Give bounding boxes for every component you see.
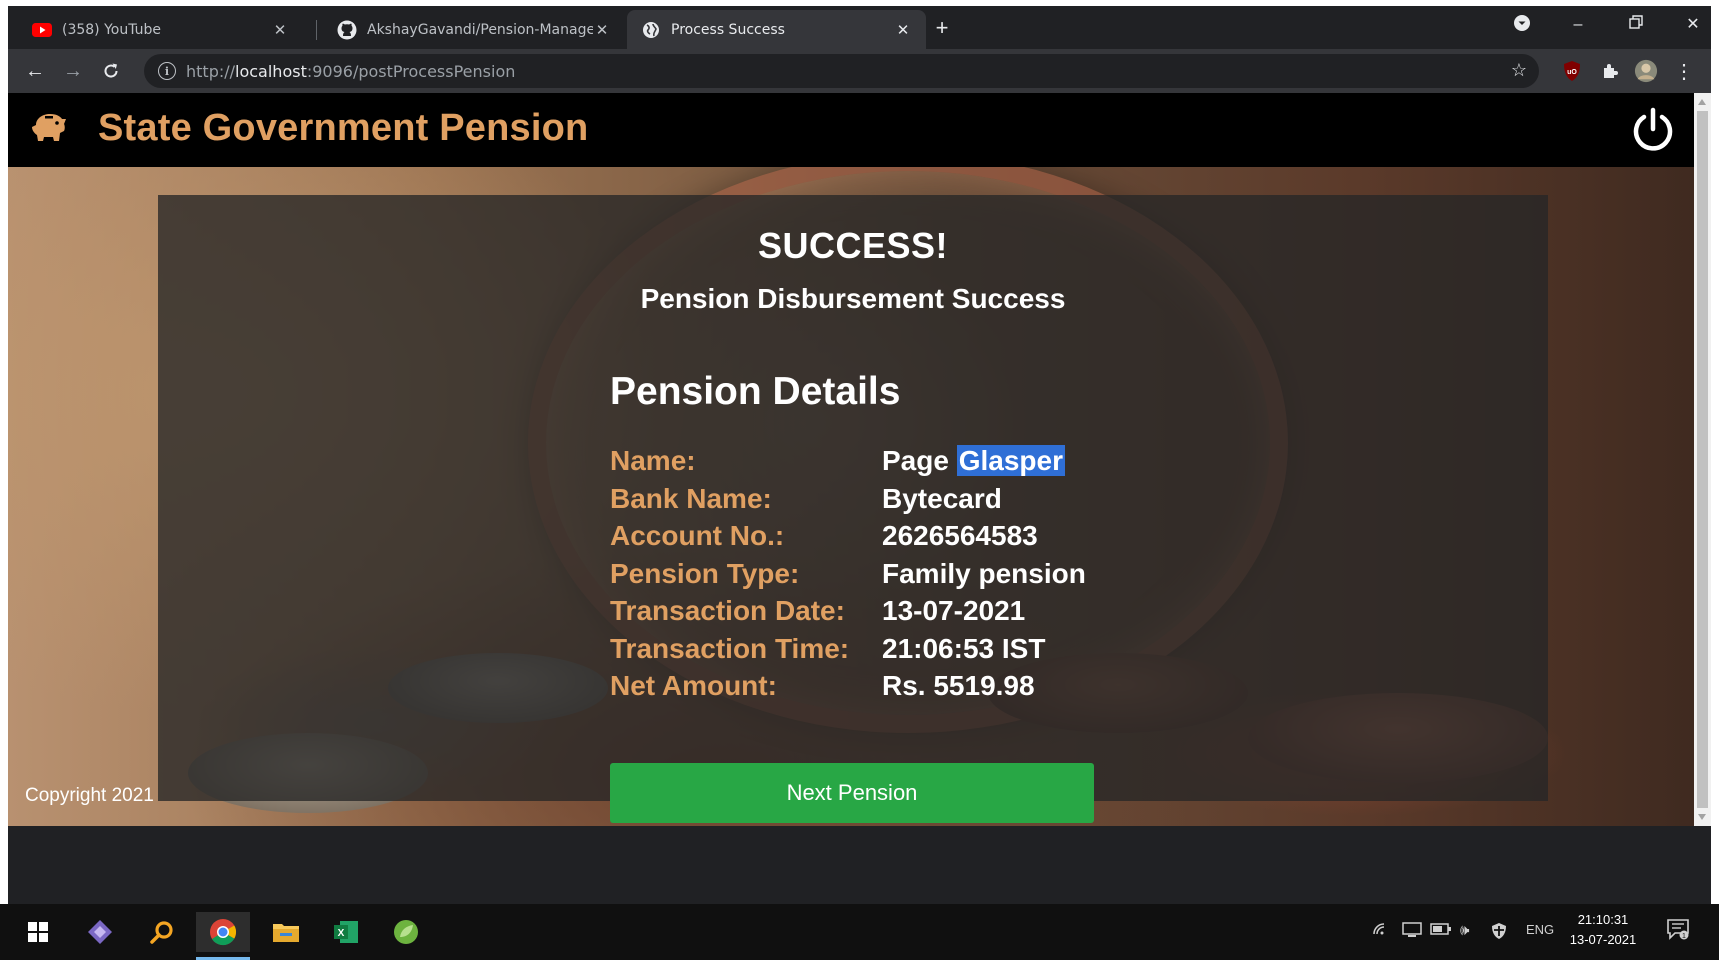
app-title[interactable]: State Government Pension [98, 107, 588, 150]
page-viewport: State Government Pension SUCCESS! Pensio… [8, 93, 1694, 826]
clock-time: 21:10:31 [1577, 912, 1629, 927]
github-icon [337, 20, 357, 40]
detail-value: 21:06:53 IST [882, 632, 1046, 664]
url-text[interactable]: http://localhost:9096/postProcessPension [186, 62, 515, 81]
excel-icon[interactable]: X [326, 912, 366, 952]
windows-start-icon[interactable] [18, 912, 58, 952]
browser-menu-icon[interactable]: ⋮ [1672, 59, 1696, 83]
copyright-text: Copyright 2021 [25, 785, 154, 806]
tab-strip: (358) YouTube ✕ AkshayGavandi/Pension-Ma… [8, 6, 1711, 49]
reload-icon[interactable] [98, 58, 124, 84]
detail-value: 2626564583 [882, 520, 1038, 551]
file-explorer-icon[interactable] [266, 912, 306, 952]
tab-youtube[interactable]: (358) YouTube ✕ [18, 10, 303, 49]
profile-menu-icon[interactable] [1508, 14, 1536, 39]
site-info-icon[interactable]: i [158, 62, 176, 80]
clock-date: 13-07-2021 [1569, 932, 1637, 947]
tab-separator [316, 20, 317, 40]
tab-github[interactable]: AkshayGavandi/Pension-Manage ✕ [323, 10, 625, 49]
notification-center-icon[interactable]: 1 [1666, 918, 1690, 943]
selected-text: Glasper [956, 445, 1065, 476]
tab-title: AkshayGavandi/Pension-Manage [367, 21, 593, 38]
volume-tray-icon[interactable]: 🕪 [1460, 922, 1469, 939]
minimize-button[interactable]: – [1564, 14, 1592, 36]
piggy-bank-icon [30, 111, 68, 145]
detail-value: Bytecard [882, 482, 1002, 514]
tab-title: (358) YouTube [62, 21, 162, 38]
forward-arrow-icon[interactable]: → [60, 58, 86, 84]
scrollbar-thumb[interactable] [1697, 111, 1708, 808]
detail-label: Transaction Time: [610, 632, 850, 664]
search-icon[interactable] [142, 912, 182, 952]
success-subtitle: Pension Disbursement Success [640, 283, 1066, 314]
ublock-extension-icon[interactable]: uO [1560, 59, 1584, 83]
back-arrow-icon[interactable]: ← [22, 58, 48, 84]
windows-taskbar: X 🕪 ENG 21:10:31 13-07-2021 1 [0, 904, 1719, 960]
detail-value: Page Glasper [882, 445, 1065, 476]
display-tray-icon[interactable] [1402, 922, 1422, 941]
profile-avatar[interactable] [1634, 59, 1658, 83]
detail-label: Pension Type: [610, 557, 800, 589]
battery-tray-icon[interactable] [1430, 922, 1452, 939]
tab-process-success[interactable]: Process Success ✕ [627, 10, 926, 49]
close-tab-icon[interactable]: ✕ [593, 21, 611, 39]
detail-label: Net Amount: [610, 670, 777, 701]
svg-text:X: X [338, 928, 345, 939]
detail-label: Name: [610, 445, 696, 476]
tab-title: Process Success [671, 21, 785, 38]
bookmark-star-icon[interactable]: ☆ [1511, 60, 1527, 81]
close-tab-icon[interactable]: ✕ [271, 21, 289, 39]
page-scrollbar[interactable] [1694, 93, 1711, 826]
svg-text:1: 1 [1682, 933, 1686, 940]
close-tab-icon[interactable]: ✕ [894, 21, 912, 39]
detail-value: Family pension [882, 557, 1086, 589]
detail-label: Bank Name: [610, 482, 772, 514]
svg-text:uO: uO [1567, 69, 1577, 76]
restore-button[interactable] [1622, 14, 1650, 36]
browser-window: (358) YouTube ✕ AkshayGavandi/Pension-Ma… [8, 6, 1711, 960]
logout-power-icon[interactable] [1628, 105, 1678, 155]
detail-label: Transaction Date: [610, 595, 845, 626]
spring-tool-suite-icon[interactable] [386, 912, 426, 952]
network-tray-icon[interactable] [1372, 922, 1390, 939]
detail-label: Account No.: [610, 520, 785, 551]
close-window-button[interactable]: ✕ [1679, 14, 1707, 36]
scroll-up-arrow-icon[interactable] [1698, 99, 1706, 105]
extensions-puzzle-icon[interactable] [1598, 59, 1622, 83]
detail-value: 13-07-2021 [882, 595, 1026, 626]
details-heading: Pension Details [610, 370, 901, 413]
system-clock[interactable]: 21:10:31 13-07-2021 [1558, 910, 1648, 950]
defender-tray-icon[interactable] [1490, 922, 1508, 943]
success-card: SUCCESS! Pension Disbursement Success Pe… [158, 195, 1548, 823]
language-indicator[interactable]: ENG [1526, 922, 1554, 937]
success-title: SUCCESS! [757, 225, 949, 266]
app-navbar: State Government Pension [8, 93, 1694, 167]
new-tab-button[interactable]: + [930, 16, 954, 40]
scroll-down-arrow-icon[interactable] [1698, 814, 1706, 820]
address-bar[interactable]: i http://localhost:9096/postProcessPensi… [144, 54, 1539, 88]
detail-value: Rs. 5519.98 [882, 670, 1035, 701]
globe-icon [641, 20, 661, 40]
browser-toolbar: ← → i http://localhost:9096/postProcessP… [8, 49, 1711, 93]
youtube-icon [32, 20, 52, 40]
next-pension-button[interactable]: Next Pension [610, 763, 1094, 823]
visual-studio-icon[interactable] [80, 912, 120, 952]
chrome-taskbar-icon[interactable] [196, 912, 250, 960]
